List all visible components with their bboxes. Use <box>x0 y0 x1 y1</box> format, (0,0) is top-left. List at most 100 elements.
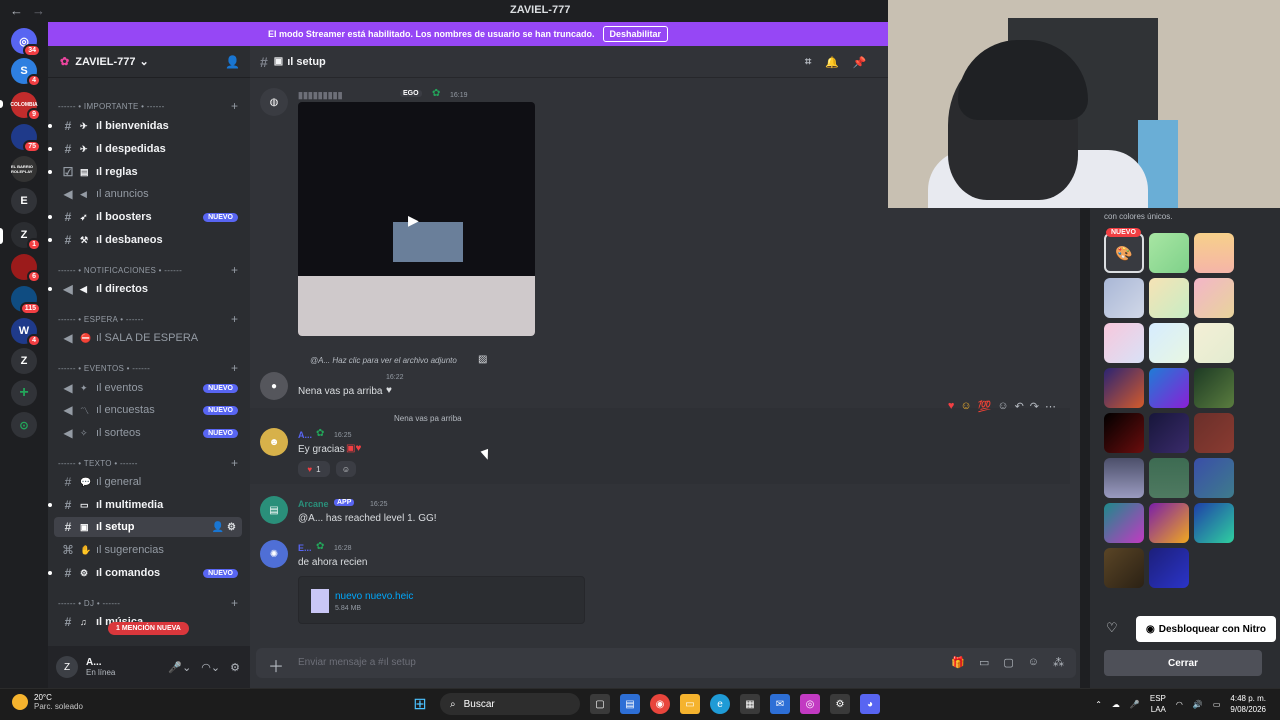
channel-sala-de-espera[interactable]: ◀ ⛔ ıl SALA DE ESPERA <box>54 328 242 348</box>
channel-boosters[interactable]: # ➶ ıl boosters NUEVO <box>48 207 242 227</box>
hundred-react-icon[interactable]: 💯 <box>978 400 992 413</box>
theme-swatch[interactable] <box>1149 233 1189 273</box>
theme-swatch[interactable] <box>1194 323 1234 363</box>
disable-streamer-button[interactable]: Deshabilitar <box>602 26 669 42</box>
gift-icon[interactable]: 🎁 <box>951 656 965 669</box>
channel-setup[interactable]: # ▣ ıl setup 👤 ⚙ <box>54 517 242 537</box>
theme-swatch[interactable] <box>1194 503 1234 543</box>
chrome-icon[interactable]: ◉ <box>650 694 670 714</box>
theme-swatch[interactable] <box>1149 548 1189 588</box>
theme-swatch[interactable] <box>1194 278 1234 318</box>
theme-swatch[interactable] <box>1104 368 1144 408</box>
file-explorer-icon[interactable]: ▭ <box>680 694 700 714</box>
video-attachment[interactable]: ▶ <box>298 102 535 336</box>
channel-comandos[interactable]: # ⚙ ıl comandos NUEVO <box>48 563 242 583</box>
channel-reglas[interactable]: ☑ ▤ ıl reglas <box>48 162 242 182</box>
theme-swatch[interactable] <box>1104 458 1144 498</box>
add-channel-icon[interactable]: + <box>231 312 238 326</box>
theme-swatch[interactable] <box>1194 413 1234 453</box>
message-composer[interactable]: ＋ Enviar mensaje a #ıl setup 🎁 ▭ ▢ ☺ ⁂ <box>256 648 1076 678</box>
sticker-icon[interactable]: ▢ <box>1003 656 1013 669</box>
avatar[interactable]: ▤ <box>260 496 288 524</box>
add-reaction-icon[interactable]: ☺ <box>997 400 1008 413</box>
file-name[interactable]: nuevo nuevo.heic <box>335 591 413 602</box>
theme-swatch[interactable] <box>1149 503 1189 543</box>
avatar[interactable]: ✺ <box>260 540 288 568</box>
mail-icon[interactable]: ✉ <box>770 694 790 714</box>
channel-sugerencias[interactable]: ⌘ ✋ ıl sugerencias <box>54 540 242 560</box>
store-icon[interactable]: ▦ <box>740 694 760 714</box>
channel-desbaneos[interactable]: # ⚒ ıl desbaneos <box>48 230 242 250</box>
edge-icon[interactable]: e <box>710 694 730 714</box>
widgets-icon[interactable]: ▤ <box>620 694 640 714</box>
mic-tray-icon[interactable]: 🎤 <box>1130 700 1140 709</box>
headphones-icon[interactable]: ◠⌄ <box>201 661 220 674</box>
smile-react-icon[interactable]: ☺ <box>960 400 971 413</box>
theme-swatch[interactable] <box>1149 458 1189 498</box>
server-icon-s[interactable]: S4 <box>11 58 41 87</box>
theme-swatch[interactable] <box>1194 368 1234 408</box>
threads-icon[interactable]: ⌗ <box>805 56 811 69</box>
custom-theme-swatch[interactable]: 🎨 <box>1104 233 1144 273</box>
microphone-icon[interactable]: 🎤⌄ <box>168 661 191 674</box>
more-options-icon[interactable]: ⋯ <box>1045 400 1056 413</box>
gif-icon[interactable]: ▭ <box>979 656 989 669</box>
channel-despedidas[interactable]: # ✈ ıl despedidas <box>48 139 242 159</box>
channel-settings-icon[interactable]: 👤 ⚙ <box>212 522 236 533</box>
server-icon-8[interactable]: 6 <box>11 254 41 283</box>
add-channel-icon[interactable]: + <box>231 99 238 113</box>
add-channel-icon[interactable]: + <box>231 361 238 375</box>
file-attachment[interactable]: nuevo nuevo.heic 5.84 MB <box>298 576 585 624</box>
add-server-icon[interactable]: + <box>11 380 37 406</box>
channel-directos[interactable]: ◀ ◀ ıl directos <box>48 279 242 299</box>
composer-placeholder[interactable]: Enviar mensaje a #ıl setup <box>298 657 416 668</box>
tray-overflow-icon[interactable]: ⌃ <box>1095 700 1102 709</box>
explore-icon[interactable]: ⊙ <box>11 412 37 438</box>
theme-swatch[interactable] <box>1104 413 1144 453</box>
close-button[interactable]: Cerrar <box>1104 650 1262 676</box>
settings-gear-icon[interactable]: ⚙ <box>230 661 240 674</box>
avatar[interactable]: ● <box>260 372 288 400</box>
add-channel-icon[interactable]: + <box>231 596 238 610</box>
add-member-icon[interactable]: 👤 <box>225 55 240 69</box>
server-header[interactable]: ✿ ZAVIEL-777 ⌄ 👤 <box>48 46 250 78</box>
theme-swatch[interactable] <box>1149 323 1189 363</box>
forward-icon[interactable]: ↷ <box>1030 400 1039 413</box>
volume-icon[interactable]: 🔊 <box>1193 700 1203 709</box>
channel-multimedia[interactable]: # ▭ ıl multimedia <box>48 495 242 515</box>
battery-icon[interactable]: ▭ <box>1213 700 1221 709</box>
theme-swatch[interactable] <box>1194 458 1234 498</box>
windows-start-icon[interactable]: ⊞ <box>410 694 430 714</box>
bell-icon[interactable]: 🔔 <box>825 56 839 69</box>
cloud-icon[interactable]: ☁ <box>1112 700 1120 709</box>
category-notificaciones[interactable]: ------ • NOTIFICACIONES • ------ <box>58 266 182 275</box>
heart-react-icon[interactable]: ♥ <box>948 400 955 413</box>
discord-icon[interactable]: ◕ <box>860 694 880 714</box>
steam-icon[interactable]: ⚙ <box>830 694 850 714</box>
user-avatar[interactable]: Z <box>56 656 78 678</box>
plus-icon[interactable]: ＋ <box>268 653 284 677</box>
task-view-icon[interactable]: ▢ <box>590 694 610 714</box>
server-icon-home[interactable]: ◎ 34 <box>11 28 41 57</box>
add-channel-icon[interactable]: + <box>231 263 238 277</box>
theme-swatch[interactable] <box>1104 503 1144 543</box>
theme-swatch[interactable] <box>1149 413 1189 453</box>
category-espera[interactable]: ------ • ESPERA • ------ <box>58 315 144 324</box>
server-icon-zaviel[interactable]: Z1 <box>11 222 41 251</box>
unlock-nitro-button[interactable]: ◉ Desbloquear con Nitro <box>1136 616 1276 642</box>
heart-icon[interactable]: ♡ <box>1106 620 1128 642</box>
clock[interactable]: 4:48 p. m. 9/08/2026 <box>1230 693 1266 715</box>
channel-encuestas[interactable]: ◀ 〽 ıl encuestas NUEVO <box>54 400 242 420</box>
avatar[interactable]: ◍ <box>260 88 288 116</box>
author-name[interactable]: E... <box>298 543 312 553</box>
author-name[interactable]: Arcane <box>298 499 329 509</box>
channel-anuncios[interactable]: ◀ ◀ ıl anuncios <box>54 184 242 204</box>
category-eventos[interactable]: ------ • EVENTOS • ------ <box>58 364 150 373</box>
add-reaction-button[interactable]: ☺ <box>336 461 356 477</box>
server-icon-z[interactable]: Z <box>11 348 37 374</box>
app-icon[interactable]: ◎ <box>800 694 820 714</box>
add-channel-icon[interactable]: + <box>231 456 238 470</box>
play-icon[interactable]: ▶ <box>408 212 419 229</box>
author-name[interactable]: A... <box>298 430 312 440</box>
forward-arrow-icon[interactable]: → <box>32 3 45 18</box>
